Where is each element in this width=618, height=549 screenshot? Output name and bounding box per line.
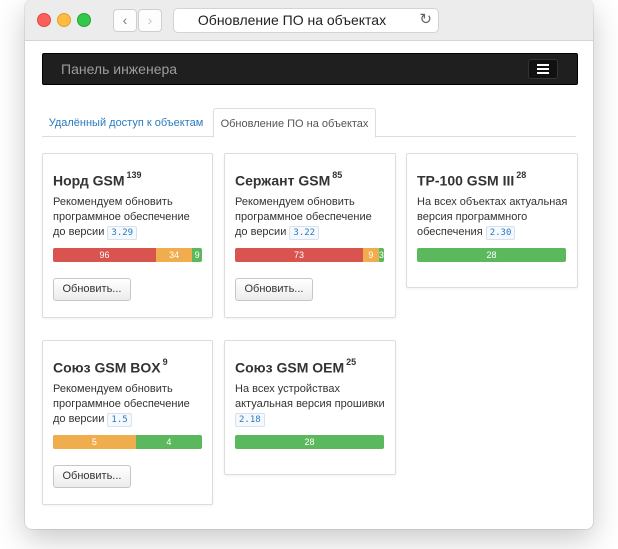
tab-bar: Удалённый доступ к объектам Обновление П… [42, 108, 576, 138]
top-navbar: Панель инженера [42, 53, 578, 85]
progress-bar: 73 9 3 [235, 248, 384, 262]
progress-segment-orange: 34 [155, 248, 193, 262]
tab-software-update[interactable]: Обновление ПО на объектах [213, 108, 376, 138]
chevron-right-icon: › [147, 12, 153, 28]
progress-bar: 28 [417, 248, 566, 262]
version-badge: 2.18 [235, 413, 265, 427]
device-count: 139 [126, 170, 142, 180]
card-title: Союз GSM OEM 25 [235, 357, 357, 376]
address-bar[interactable]: Обновление ПО на объектах ↻ [173, 8, 439, 33]
menu-toggle-button[interactable] [528, 59, 558, 79]
update-button[interactable]: Обновить... [53, 278, 131, 301]
address-bar-title: Обновление ПО на объектах [197, 12, 387, 28]
device-count: 85 [332, 170, 343, 180]
update-button[interactable]: Обновить... [235, 278, 313, 301]
progress-segment-green: 9 [192, 248, 202, 262]
progress-segment-green: 3 [378, 248, 384, 262]
device-card: ТР-100 GSM III 28 На всех объектах актуал… [406, 153, 578, 288]
tab-remote-access[interactable]: Удалённый доступ к объектам [42, 108, 210, 136]
progress-segment-orange: 5 [53, 435, 136, 449]
progress-bar: 96 34 9 [53, 248, 202, 262]
progress-segment-orange: 9 [362, 248, 379, 262]
card-description: Рекомендуем обновить программное обеспеч… [53, 196, 190, 240]
maximize-window-button[interactable] [77, 13, 91, 27]
browser-titlebar: ‹ › Обновление ПО на объектах ↻ [25, 0, 593, 41]
progress-segment-green: 4 [135, 435, 202, 449]
progress-bar: 28 [235, 435, 384, 449]
version-badge: 3.22 [289, 226, 320, 240]
back-button[interactable]: ‹ [113, 9, 137, 32]
reload-icon[interactable]: ↻ [419, 9, 432, 31]
device-card: Союз GSM BOX 9 Рекомендуем обновить прогр… [42, 340, 213, 505]
device-count: 28 [516, 170, 527, 180]
chevron-left-icon: ‹ [122, 12, 128, 28]
progress-segment-red: 73 [235, 248, 363, 262]
device-count: 9 [162, 357, 168, 367]
device-card: Норд GSM 139 Рекомендуем обновить програм… [42, 153, 213, 318]
browser-window: ‹ › Обновление ПО на объектах ↻ Панель и… [25, 0, 593, 529]
forward-button[interactable]: › [138, 9, 162, 32]
version-badge: 2.30 [485, 226, 516, 240]
card-description: На всех устройствах актуальная версия пр… [235, 383, 385, 427]
device-card: Сержант GSM 85 Рекомендуем обновить прогр… [224, 153, 396, 318]
card-description: На всех объектах актуальная версия прогр… [417, 196, 568, 240]
close-window-button[interactable] [37, 13, 51, 27]
device-card: Союз GSM OEM 25 На всех устройствах актуа… [224, 340, 396, 475]
card-title: Сержант GSM 85 [235, 170, 343, 189]
card-title: Норд GSM 139 [53, 170, 142, 189]
minimize-window-button[interactable] [57, 13, 71, 27]
progress-segment-red: 96 [53, 248, 156, 262]
navbar-brand[interactable]: Панель инженера [61, 54, 177, 84]
device-count: 25 [346, 357, 357, 367]
version-badge: 1.5 [107, 413, 132, 427]
progress-segment-green: 28 [417, 248, 566, 262]
card-title: ТР-100 GSM III 28 [417, 170, 527, 189]
version-badge: 3.29 [107, 226, 138, 240]
progress-bar: 54 [53, 435, 202, 449]
card-title: Союз GSM BOX 9 [53, 357, 168, 376]
card-description: Рекомендуем обновить программное обеспеч… [53, 383, 190, 427]
update-button[interactable]: Обновить... [53, 465, 131, 488]
card-description: Рекомендуем обновить программное обеспеч… [235, 196, 372, 240]
progress-segment-green: 28 [235, 435, 384, 449]
